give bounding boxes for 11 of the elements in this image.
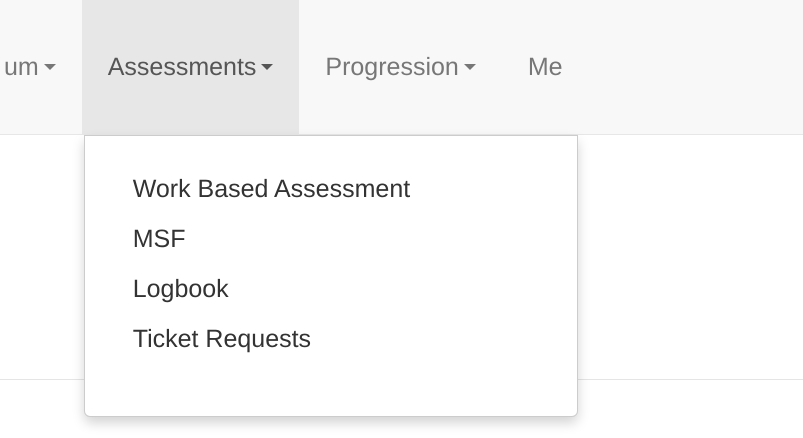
menu-item[interactable]: Work Based Assessment	[84, 164, 458, 214]
menu-item[interactable]: Ticket Requests	[84, 314, 360, 364]
nav-link[interactable]: um	[0, 0, 82, 134]
menu-item[interactable]: MSF	[84, 214, 234, 264]
caret-icon	[464, 64, 476, 70]
nav-link[interactable]: Progression	[299, 0, 502, 134]
nav-link[interactable]: Assessments	[82, 0, 300, 134]
menu-item[interactable]: Logbook	[84, 264, 277, 314]
caret-icon	[44, 64, 56, 70]
caret-icon	[261, 64, 274, 70]
nav-link[interactable]: Me	[502, 0, 589, 134]
